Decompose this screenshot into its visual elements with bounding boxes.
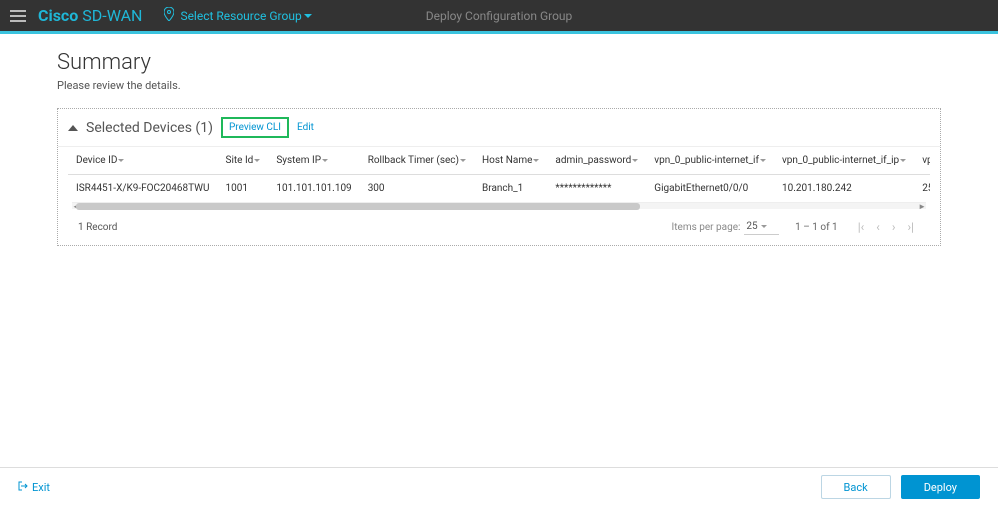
selected-devices-panel: Selected Devices (1) Preview CLI Edit De… (57, 108, 941, 246)
items-per-page-value: 25 (746, 221, 757, 232)
items-per-page-select[interactable]: 25 (744, 219, 779, 235)
sort-caret-icon (760, 159, 766, 162)
main-content: Summary Please review the details. Selec… (0, 34, 998, 246)
deploy-button[interactable]: Deploy (901, 475, 980, 499)
summary-title: Summary (57, 50, 941, 75)
pager-range: 1 – 1 of 1 (795, 222, 838, 233)
sort-caret-icon (460, 159, 466, 162)
col-vpn0-if-subnet[interactable]: vpn_0_public-internet_if_subnet (914, 147, 930, 175)
table-header: Device ID Site Id System IP Rollback Tim… (68, 147, 930, 175)
sort-caret-icon (632, 159, 638, 162)
pager-prev-button[interactable]: ‹ (870, 220, 886, 234)
sort-caret-icon (900, 159, 906, 162)
panel-header: Selected Devices (1) Preview CLI Edit (58, 109, 940, 147)
summary-subtitle: Please review the details. (57, 79, 941, 92)
edit-link[interactable]: Edit (297, 122, 314, 133)
devices-table: Device ID Site Id System IP Rollback Tim… (68, 147, 930, 202)
page-context-label: Deploy Configuration Group (426, 9, 573, 23)
cell-system-ip: 101.101.101.109 (268, 175, 359, 202)
pager-next-button[interactable]: › (886, 220, 902, 234)
select-resource-group-link[interactable]: Select Resource Group (180, 9, 311, 23)
items-per-page-label: Items per page: (672, 222, 741, 233)
col-admin-password[interactable]: admin_password (547, 147, 646, 175)
horizontal-scrollbar[interactable]: ◄ ► (72, 202, 926, 209)
table-row[interactable]: ISR4451-X/K9-FOC20468TWU 1001 101.101.10… (68, 175, 930, 202)
pager-first-button[interactable]: |‹ (852, 220, 871, 234)
record-count: 1 Record (78, 222, 117, 233)
exit-label: Exit (32, 481, 50, 494)
scrollbar-thumb[interactable] (76, 203, 640, 210)
scroll-right-icon[interactable]: ► (918, 202, 926, 211)
table-header-row: Device ID Site Id System IP Rollback Tim… (68, 147, 930, 175)
table-wrap: Device ID Site Id System IP Rollback Tim… (58, 147, 940, 245)
preview-cli-button[interactable]: Preview CLI (221, 117, 289, 138)
col-rollback-timer[interactable]: Rollback Timer (sec) (360, 147, 474, 175)
cell-vpn0-if: GigabitEthernet0/0/0 (646, 175, 774, 202)
cell-site-id: 1001 (218, 175, 269, 202)
table-footer: 1 Record Items per page: 25 1 – 1 of 1 |… (68, 209, 930, 245)
caret-down-icon (304, 14, 312, 18)
col-device-id[interactable]: Device ID (68, 147, 218, 175)
cell-device-id: ISR4451-X/K9-FOC20468TWU (68, 175, 218, 202)
col-system-ip[interactable]: System IP (268, 147, 359, 175)
resource-link-label: Select Resource Group (180, 9, 301, 23)
caret-down-icon (761, 225, 767, 228)
col-host-name[interactable]: Host Name (474, 147, 547, 175)
brand-secondary: SD-WAN (82, 6, 142, 25)
cell-admin-password: ************* (547, 175, 646, 202)
exit-button[interactable]: Exit (18, 481, 50, 494)
pin-icon (164, 7, 174, 24)
col-vpn0-if-ip[interactable]: vpn_0_public-internet_if_ip (774, 147, 914, 175)
col-site-id[interactable]: Site Id (218, 147, 269, 175)
hamburger-icon[interactable] (10, 10, 26, 22)
sort-caret-icon (533, 159, 539, 162)
sort-caret-icon (322, 159, 328, 162)
cell-rollback-timer: 300 (360, 175, 474, 202)
table-region: Device ID Site Id System IP Rollback Tim… (68, 147, 930, 202)
bottom-bar: Exit Back Deploy (0, 467, 998, 506)
exit-icon (18, 481, 28, 494)
cell-host-name: Branch_1 (474, 175, 547, 202)
cell-vpn0-if-ip: 10.201.180.242 (774, 175, 914, 202)
table-body: ISR4451-X/K9-FOC20468TWU 1001 101.101.10… (68, 175, 930, 202)
chevron-up-icon[interactable] (68, 125, 78, 131)
back-button[interactable]: Back (821, 475, 891, 499)
sort-caret-icon (254, 159, 260, 162)
top-bar: Cisco SD-WAN Select Resource Group Deplo… (0, 0, 998, 31)
brand-primary: Cisco (38, 6, 78, 25)
col-vpn0-if[interactable]: vpn_0_public-internet_if (646, 147, 774, 175)
pager-last-button[interactable]: ›| (901, 220, 920, 234)
sort-caret-icon (118, 159, 124, 162)
cell-vpn0-if-subnet: 255.255.255.128 (914, 175, 930, 202)
panel-title: Selected Devices (1) (86, 120, 213, 136)
